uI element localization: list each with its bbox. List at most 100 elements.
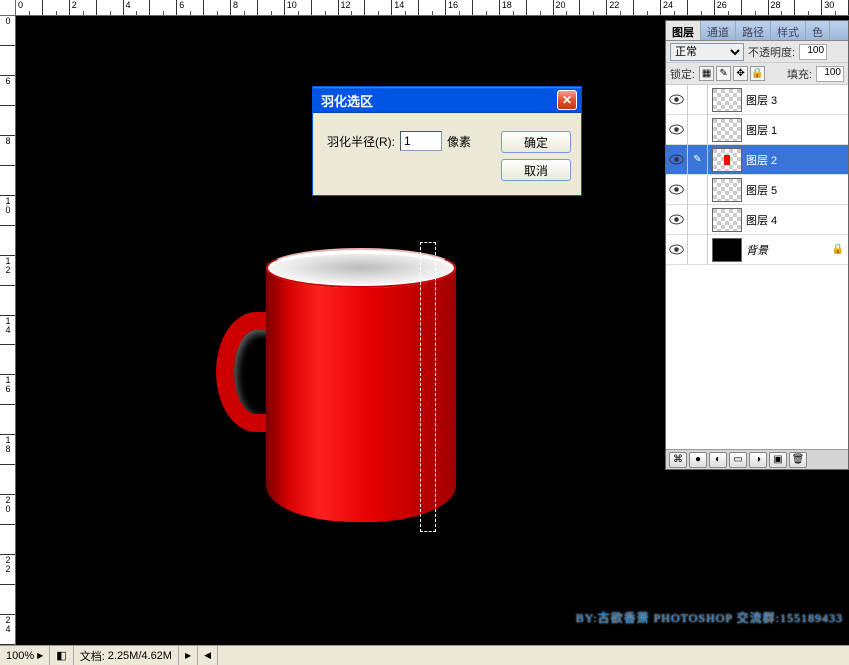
layer-style-icon[interactable]: ● bbox=[689, 452, 707, 468]
ruler-tick bbox=[0, 585, 16, 615]
blend-mode-select[interactable]: 正常 bbox=[670, 43, 744, 61]
ruler-tick bbox=[473, 0, 500, 16]
layer-row[interactable]: 图层 3 bbox=[666, 85, 848, 115]
visibility-eye-icon[interactable] bbox=[666, 145, 688, 175]
ruler-tick bbox=[365, 0, 392, 16]
tab-路径[interactable]: 路径 bbox=[736, 21, 771, 40]
visibility-eye-icon[interactable] bbox=[666, 175, 688, 205]
cancel-button[interactable]: 取消 bbox=[501, 159, 571, 181]
layer-thumbnail[interactable] bbox=[712, 88, 742, 112]
visibility-eye-icon[interactable] bbox=[666, 115, 688, 145]
new-layer-icon[interactable]: ▣ bbox=[769, 452, 787, 468]
ruler-tick: 8 bbox=[231, 0, 258, 16]
ruler-tick: 28 bbox=[769, 0, 796, 16]
ruler-tick: 20 bbox=[554, 0, 581, 16]
ruler-origin[interactable] bbox=[0, 0, 16, 16]
ruler-tick bbox=[0, 525, 16, 555]
layer-thumbnail[interactable] bbox=[712, 148, 742, 172]
layers-panel: 图层通道路径样式色 正常 不透明度: 100 锁定: ▦ ✎ ✥ 🔒 填充: 1… bbox=[665, 20, 849, 470]
ruler-tick: 22 bbox=[0, 555, 16, 585]
tab-通道[interactable]: 通道 bbox=[701, 21, 736, 40]
mug-artwork bbox=[266, 242, 506, 542]
blend-row: 正常 不透明度: 100 bbox=[666, 41, 848, 63]
lock-paint-icon[interactable]: ✎ bbox=[716, 66, 731, 81]
ruler-vertical[interactable]: 0681012141618202224 bbox=[0, 16, 16, 645]
radius-input[interactable] bbox=[400, 131, 442, 151]
radius-label: 羽化半径(R): bbox=[327, 133, 395, 150]
link-col[interactable] bbox=[688, 115, 708, 145]
ruler-tick: 20 bbox=[0, 495, 16, 525]
layer-thumbnail[interactable] bbox=[712, 118, 742, 142]
ruler-tick: 18 bbox=[0, 435, 16, 465]
ruler-horizontal[interactable]: 024681012141618202224262830 bbox=[16, 0, 849, 16]
status-bar: 100% ▶ ◧ 文档: 2.25M/4.62M ▶ ◀ bbox=[0, 645, 849, 665]
link-col[interactable] bbox=[688, 205, 708, 235]
ruler-tick bbox=[0, 106, 16, 136]
ruler-tick: 30 bbox=[822, 0, 849, 16]
ruler-tick: 4 bbox=[124, 0, 151, 16]
ruler-tick: 24 bbox=[661, 0, 688, 16]
ruler-tick bbox=[0, 166, 16, 196]
delete-layer-icon[interactable]: 🗑 bbox=[789, 452, 807, 468]
watermark-text: BY:古欲香萧 PHOTOSHOP 交流群:155189433 bbox=[570, 607, 849, 625]
visibility-eye-icon[interactable] bbox=[666, 85, 688, 115]
link-layers-icon[interactable]: ⌘ bbox=[669, 452, 687, 468]
ruler-tick: 10 bbox=[0, 196, 16, 226]
layer-thumbnail[interactable] bbox=[712, 178, 742, 202]
feather-dialog: 羽化选区 ✕ 羽化半径(R): 像素 确定 取消 bbox=[312, 86, 582, 196]
lock-label: 锁定: bbox=[670, 66, 695, 82]
ruler-tick bbox=[150, 0, 177, 16]
ruler-tick bbox=[0, 46, 16, 76]
ruler-tick bbox=[97, 0, 124, 16]
layer-row[interactable]: 图层 1 bbox=[666, 115, 848, 145]
link-col[interactable]: ✎ bbox=[688, 145, 708, 175]
ruler-tick bbox=[43, 0, 70, 16]
ruler-tick bbox=[419, 0, 446, 16]
lock-move-icon[interactable]: ✥ bbox=[733, 66, 748, 81]
visibility-eye-icon[interactable] bbox=[666, 235, 688, 265]
chevron-left-icon[interactable]: ◀ bbox=[204, 650, 211, 661]
ruler-tick bbox=[312, 0, 339, 16]
link-col[interactable] bbox=[688, 235, 708, 265]
zoom-cell[interactable]: 100% ▶ bbox=[0, 646, 50, 665]
layer-row[interactable]: 图层 5 bbox=[666, 175, 848, 205]
visibility-eye-icon[interactable] bbox=[666, 205, 688, 235]
layer-mask-icon[interactable]: ◐ bbox=[709, 452, 727, 468]
chevron-right-icon[interactable]: ▶ bbox=[185, 651, 191, 660]
doc-value: 2.25M/4.62M bbox=[108, 650, 172, 662]
new-folder-icon[interactable]: ▭ bbox=[729, 452, 747, 468]
lock-all-icon[interactable]: 🔒 bbox=[750, 66, 765, 81]
link-col[interactable] bbox=[688, 175, 708, 205]
lock-transparency-icon[interactable]: ▦ bbox=[699, 66, 714, 81]
opacity-value[interactable]: 100 bbox=[799, 44, 827, 60]
opacity-label: 不透明度: bbox=[748, 44, 795, 60]
adjustment-layer-icon[interactable]: ◑ bbox=[749, 452, 767, 468]
link-col[interactable] bbox=[688, 85, 708, 115]
layer-row[interactable]: 背景🔒 bbox=[666, 235, 848, 265]
tab-色[interactable]: 色 bbox=[806, 21, 830, 40]
layer-name: 图层 5 bbox=[746, 182, 777, 198]
ruler-tick: 12 bbox=[339, 0, 366, 16]
layer-name: 图层 1 bbox=[746, 122, 777, 138]
layer-thumbnail[interactable] bbox=[712, 238, 742, 262]
close-icon[interactable]: ✕ bbox=[557, 90, 577, 110]
lock-icon: 🔒 bbox=[832, 244, 844, 255]
layer-thumbnail[interactable] bbox=[712, 208, 742, 232]
layer-row[interactable]: 图层 4 bbox=[666, 205, 848, 235]
ruler-tick: 10 bbox=[285, 0, 312, 16]
ruler-tick: 6 bbox=[177, 0, 204, 16]
fill-value[interactable]: 100 bbox=[816, 66, 844, 82]
layer-row[interactable]: ✎图层 2 bbox=[666, 145, 848, 175]
zoom-value: 100% bbox=[6, 650, 34, 662]
ruler-tick: 18 bbox=[500, 0, 527, 16]
ruler-tick bbox=[258, 0, 285, 16]
ruler-tick: 22 bbox=[607, 0, 634, 16]
marquee-selection[interactable] bbox=[420, 242, 436, 532]
tab-样式[interactable]: 样式 bbox=[771, 21, 806, 40]
panel-footer: ⌘ ● ◐ ▭ ◑ ▣ 🗑 bbox=[666, 449, 848, 469]
layers-list: 图层 3 图层 1 ✎图层 2 图层 5 图层 4背景🔒 bbox=[666, 85, 848, 449]
dialog-titlebar[interactable]: 羽化选区 ✕ bbox=[313, 87, 581, 113]
tab-图层[interactable]: 图层 bbox=[666, 21, 701, 41]
ruler-tick bbox=[688, 0, 715, 16]
ok-button[interactable]: 确定 bbox=[501, 131, 571, 153]
